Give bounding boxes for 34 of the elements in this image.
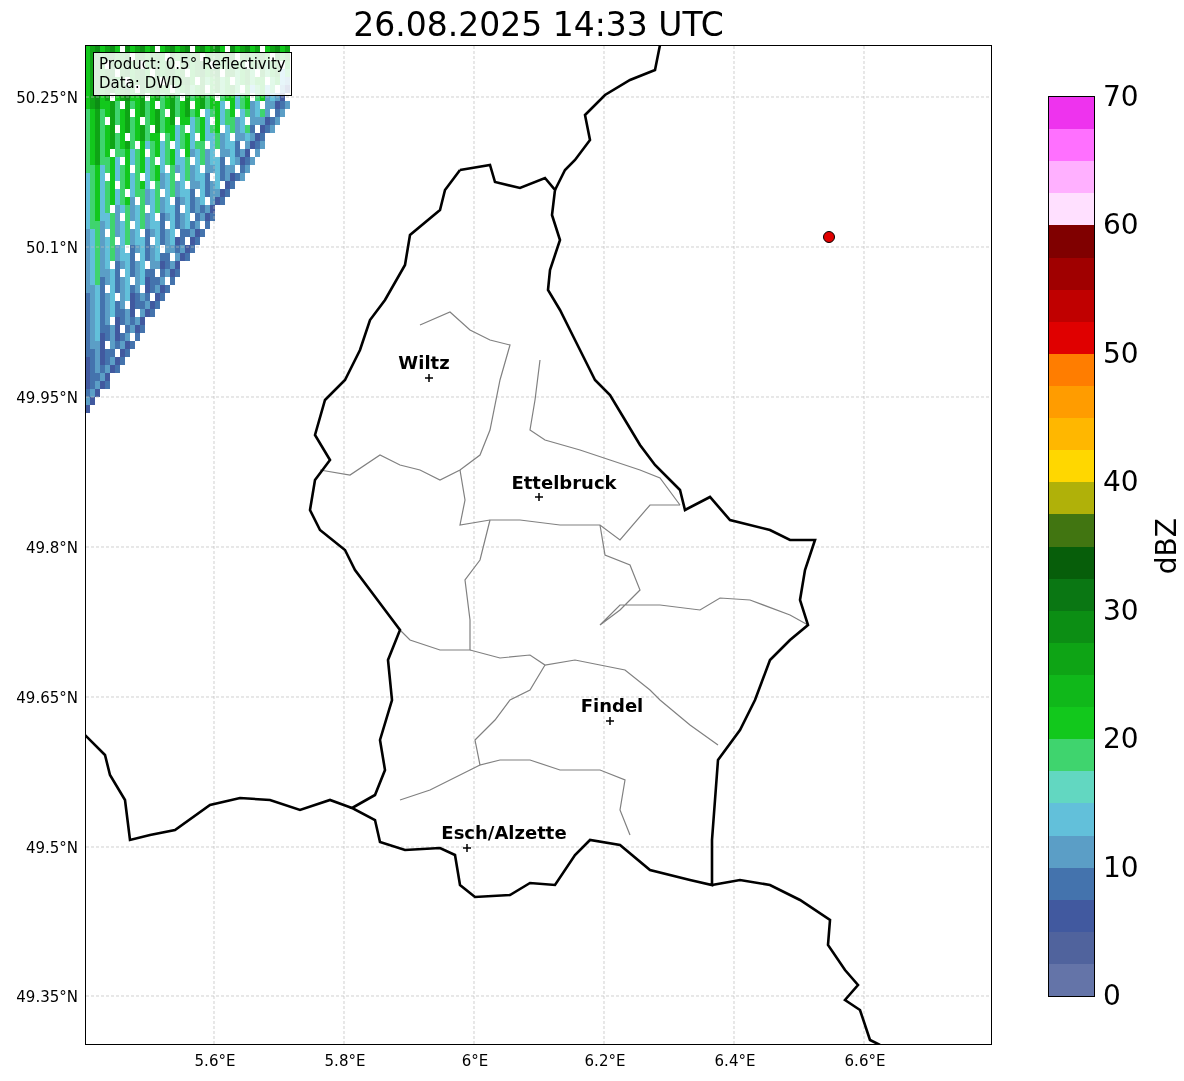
longitude-label: 6°E [461, 1053, 489, 1069]
longitude-label: 6.4°E [714, 1053, 756, 1069]
scale-label: 10 [1103, 852, 1139, 883]
latitude-label: 50.1°N [25, 240, 78, 256]
city-marker-icon [534, 492, 544, 502]
city-label: Findel [580, 696, 644, 716]
info-text: Product: 0.5° Reflectivity [99, 55, 286, 74]
city-marker-icon [462, 843, 472, 853]
info-text: Data: DWD [99, 74, 184, 93]
scale-label: 0 [1103, 981, 1121, 1011]
latitude-label: 49.95°N [16, 390, 78, 406]
longitude-label: 5.8°E [324, 1053, 366, 1069]
scale-label: 30 [1103, 595, 1139, 626]
scale-label: 50 [1103, 338, 1139, 369]
latitude-label: 49.5°N [25, 840, 78, 856]
longitude-label: 6.2°E [584, 1053, 626, 1069]
scale-label: 40 [1103, 467, 1139, 498]
longitude-label: 6.6°E [844, 1053, 886, 1069]
scale-label: 60 [1103, 210, 1139, 241]
latitude-label: 50.25°N [16, 90, 78, 106]
city-label: Esch/Alzette [441, 823, 567, 843]
unit-label: dBZ [1150, 518, 1183, 575]
scale-label: 70 [1103, 82, 1139, 112]
city-label: Wiltz [398, 353, 450, 373]
chart-title: 26.08.2025 14:33 UTC [353, 5, 724, 45]
scale-label: 20 [1103, 724, 1139, 755]
latitude-label: 49.35°N [16, 989, 78, 1005]
latitude-label: 49.65°N [16, 690, 78, 706]
city-marker-icon [424, 373, 434, 383]
location-dot-icon [823, 231, 835, 243]
longitude-label: 5.6°E [194, 1053, 236, 1069]
city-label: Ettelbruck [511, 473, 617, 493]
city-marker-icon [605, 716, 615, 726]
latitude-label: 49.8°N [25, 540, 78, 556]
